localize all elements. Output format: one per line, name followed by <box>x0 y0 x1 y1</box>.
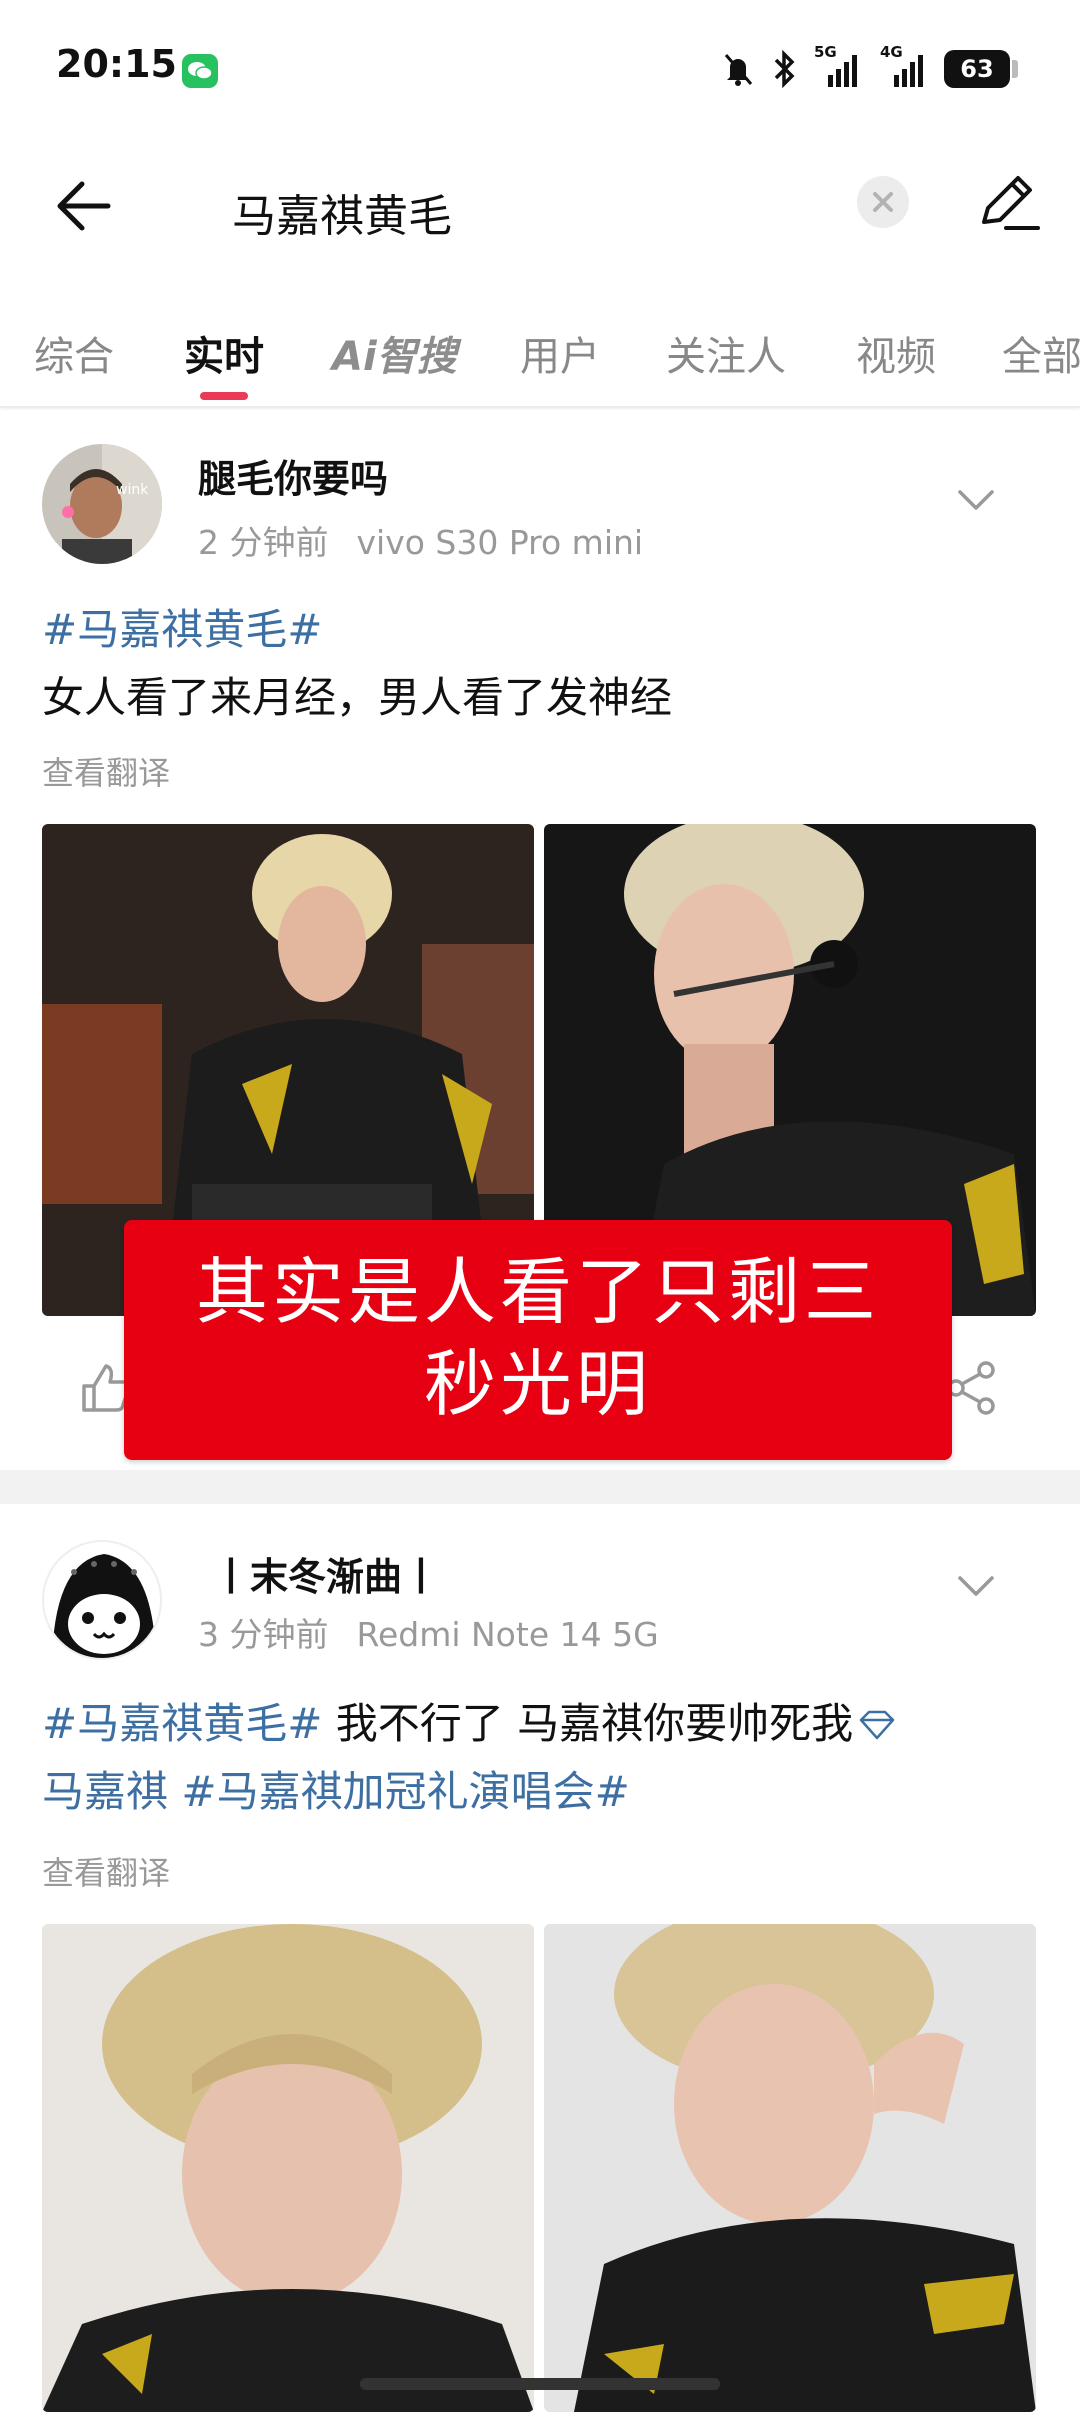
tab-ai-search[interactable]: Ai智搜 <box>332 324 457 382</box>
view-translation-link[interactable]: 查看翻译 <box>42 748 170 794</box>
home-indicator[interactable] <box>360 2378 720 2390</box>
hashtag-link[interactable]: #马嘉祺黄毛# <box>42 596 1044 664</box>
hashtag-link[interactable]: #马嘉祺黄毛# <box>42 1699 322 1748</box>
back-arrow-icon[interactable] <box>50 170 122 242</box>
post-image[interactable] <box>42 1924 534 2412</box>
section-divider <box>0 1470 1080 1504</box>
post-username[interactable]: 腿毛你要吗 <box>198 448 388 503</box>
active-tab-indicator <box>200 392 248 400</box>
bluetooth-icon <box>774 50 795 88</box>
post-device: vivo S30 Pro mini <box>356 523 644 562</box>
chevron-down-icon[interactable] <box>952 476 1000 524</box>
view-translation-link[interactable]: 查看翻译 <box>42 1848 170 1894</box>
search-tabs: 综合 实时 Ai智搜 用户 关注人 视频 全部 <box>0 300 1080 408</box>
signal-5g-icon: 5G <box>814 43 860 89</box>
avatar[interactable]: wink <box>42 444 162 564</box>
post-meta: 3 分钟前 Redmi Note 14 5G <box>198 1608 659 1656</box>
signal-4g-icon: 4G <box>876 43 928 89</box>
wechat-icon <box>182 54 218 88</box>
edit-icon[interactable] <box>970 166 1046 242</box>
banner-line-1: 其实是人看了只剩三 <box>195 1250 880 1334</box>
tab-all[interactable]: 全部 <box>1002 324 1080 382</box>
post-body-text: 女人看了来月经，男人看了发神经 <box>42 673 673 722</box>
tab-following[interactable]: 关注人 <box>666 324 786 382</box>
banner-line-2: 秒光明 <box>423 1342 652 1426</box>
share-icon[interactable] <box>944 1360 1000 1416</box>
chevron-down-icon[interactable] <box>952 1562 1000 1610</box>
overlay-caption-banner: 其实是人看了只剩三 秒光明 <box>124 1220 952 1460</box>
tab-users[interactable]: 用户 <box>520 324 600 382</box>
post-time: 2 分钟前 <box>198 523 329 562</box>
post-meta: 2 分钟前 vivo S30 Pro mini <box>198 516 643 564</box>
post-card: 丨末冬渐曲丨 3 分钟前 Redmi Note 14 5G #马嘉祺黄毛# 我不行… <box>0 1504 1080 2412</box>
battery-indicator: 63 <box>944 50 1018 88</box>
hashtag-link[interactable]: #马嘉祺加冠礼演唱会# <box>181 1767 629 1816</box>
search-input[interactable]: 马嘉祺黄毛 <box>232 180 452 244</box>
search-header: 马嘉祺黄毛 <box>0 140 1080 270</box>
tab-realtime[interactable]: 实时 <box>184 324 264 382</box>
post-body-text: 我不行了 马嘉祺你要帅死我 <box>322 1699 854 1748</box>
mention-link[interactable]: 马嘉祺 <box>42 1767 168 1816</box>
mute-icon <box>724 54 753 86</box>
avatar[interactable] <box>42 1540 162 1660</box>
close-icon <box>873 192 893 212</box>
post-content: #马嘉祺黄毛# 我不行了 马嘉祺你要帅死我 马嘉祺 #马嘉祺加冠礼演唱会# <box>42 1690 1044 1826</box>
post-image[interactable] <box>544 1924 1036 2412</box>
status-bar: 20:15 5G 4G 63 <box>0 0 1080 140</box>
diamond-icon <box>859 1710 895 1740</box>
post-content: #马嘉祺黄毛# 女人看了来月经，男人看了发神经 <box>42 596 1044 732</box>
post-time: 3 分钟前 <box>198 1615 329 1654</box>
avatar-badge: wink <box>116 482 149 498</box>
tab-comprehensive[interactable]: 综合 <box>34 324 114 382</box>
tab-video[interactable]: 视频 <box>856 324 936 382</box>
status-time: 20:15 <box>56 42 177 86</box>
status-icons: 5G 4G 63 <box>720 43 1018 94</box>
post-username[interactable]: 丨末冬渐曲丨 <box>212 1546 440 1601</box>
clear-search-button[interactable] <box>857 176 909 228</box>
post-device: Redmi Note 14 5G <box>356 1615 659 1654</box>
